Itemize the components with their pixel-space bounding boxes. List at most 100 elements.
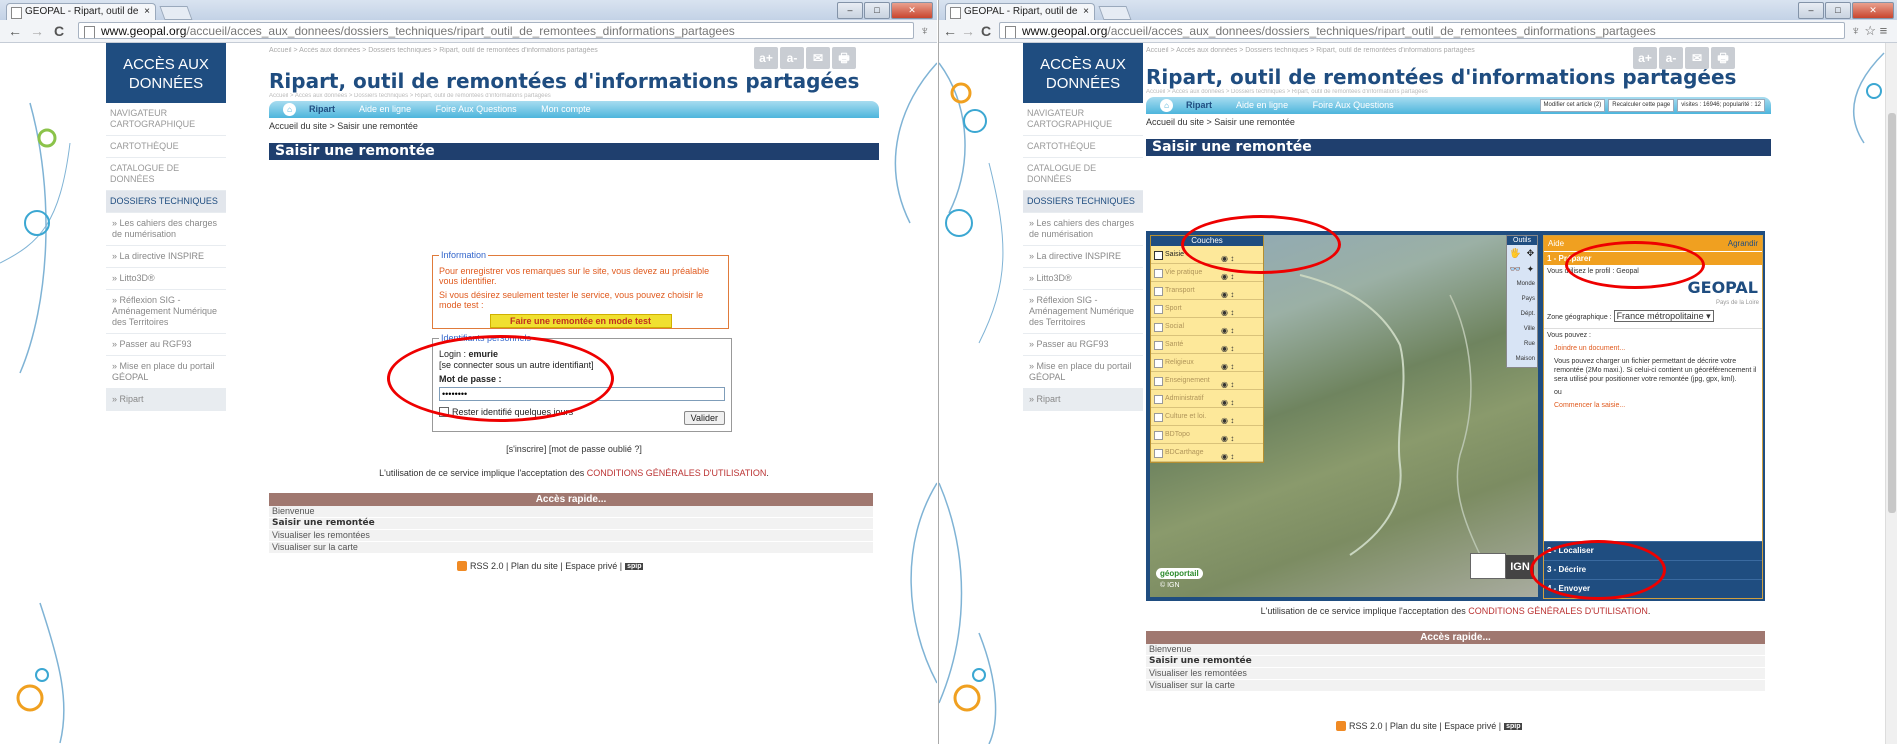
sidebar-item-dossiers[interactable]: DOSSIERS TECHNIQUES <box>1023 191 1143 213</box>
test-mode-button[interactable]: Faire une remontée en mode test <box>489 314 672 328</box>
maximize-button[interactable]: □ <box>864 2 890 19</box>
layer-row[interactable]: BDTopo ◉ ↕ <box>1151 426 1263 444</box>
layer-checkbox[interactable] <box>1154 341 1163 350</box>
layer-row[interactable]: Enseignement ◉ ↕ <box>1151 372 1263 390</box>
sidebar-item-rgf93[interactable]: » Passer au RGF93 <box>106 334 226 356</box>
forward-arrow-icon[interactable]: → <box>30 23 44 39</box>
layer-checkbox[interactable] <box>1154 323 1163 332</box>
print-icon[interactable]: 🖶 <box>832 47 856 69</box>
zoom-level-monde[interactable]: Monde <box>1507 277 1537 292</box>
layer-row[interactable]: Religieux ◉ ↕ <box>1151 354 1263 372</box>
start-input-link[interactable]: Commencer la saisie... <box>1544 399 1762 412</box>
zoom-level-dept[interactable]: Dépt. <box>1507 307 1537 322</box>
password-input[interactable] <box>439 387 725 401</box>
layer-row[interactable]: Administratif ◉ ↕ <box>1151 390 1263 408</box>
layer-checkbox[interactable] <box>1154 395 1163 404</box>
sidebar-item-rgf93[interactable]: » Passer au RGF93 <box>1023 334 1143 356</box>
home-icon[interactable]: ⌂ <box>1160 99 1173 112</box>
step-decrire[interactable]: 3 - Décrire <box>1544 560 1762 579</box>
menu-item-faq[interactable]: Foire Aux Questions <box>1313 100 1394 110</box>
layer-checkbox[interactable] <box>1154 287 1163 296</box>
remember-checkbox[interactable] <box>439 407 449 417</box>
quick-item-bienvenue[interactable]: Bienvenue <box>1146 644 1765 656</box>
site-breadcrumb[interactable]: Accueil du site > Saisir une remontée <box>1146 117 1771 127</box>
layer-checkbox[interactable] <box>1154 305 1163 314</box>
zoom-level-maison[interactable]: Maison <box>1507 352 1537 367</box>
quick-item-visualiser[interactable]: Visualiser les remontées <box>1146 668 1765 680</box>
sidebar-item-ripart[interactable]: » Ripart <box>1023 389 1143 411</box>
step-preparer[interactable]: 1 - Préparer <box>1544 251 1762 265</box>
toolbar-icons[interactable]: ♆ ☆ ≡ <box>1851 23 1887 39</box>
layer-row[interactable]: BDCarthage ◉ ↕ <box>1151 444 1263 462</box>
rss-icon[interactable] <box>1336 721 1346 731</box>
layer-row[interactable]: Transport ◉ ↕ <box>1151 282 1263 300</box>
step-envoyer[interactable]: 4 - Envoyer <box>1544 579 1762 598</box>
browser-tab[interactable]: GEOPAL - Ripart, outil de × <box>6 3 156 20</box>
zoom-level-rue[interactable]: Rue <box>1507 337 1537 352</box>
conditions-link[interactable]: CONDITIONS GÉNÉRALES D'UTILISATION <box>587 468 767 478</box>
quick-item-carte[interactable]: Visualiser sur la carte <box>269 542 873 554</box>
menu-item-ripart[interactable]: Ripart <box>309 104 335 114</box>
layer-row[interactable]: Vie pratique ◉ ↕ <box>1151 264 1263 282</box>
address-bar[interactable]: www.geopal.org/accueil/acces_aux_donnees… <box>999 22 1845 39</box>
edit-article-button[interactable]: Modifier cet article (2) <box>1539 99 1606 112</box>
sidebar-item-navigateur[interactable]: NAVIGATEUR CARTOGRAPHIQUE <box>106 103 226 136</box>
menu-item-aide[interactable]: Aide en ligne <box>359 104 411 114</box>
layer-checkbox[interactable] <box>1154 431 1163 440</box>
quick-item-visualiser[interactable]: Visualiser les remontées <box>269 530 873 542</box>
maximize-button[interactable]: □ <box>1825 2 1851 19</box>
move-icon[interactable]: ✥ <box>1527 245 1535 261</box>
layer-checkbox[interactable] <box>1154 269 1163 278</box>
back-arrow-icon[interactable]: ← <box>8 23 22 39</box>
font-increase-button[interactable]: a+ <box>1633 47 1657 69</box>
layer-checkbox[interactable] <box>1154 359 1163 368</box>
other-login-link[interactable]: [se connecter sous un autre identifiant] <box>439 360 725 371</box>
address-bar[interactable]: www.geopal.org/accueil/acces_aux_donnees… <box>78 22 914 39</box>
layer-row[interactable]: Sport ◉ ↕ <box>1151 300 1263 318</box>
zoom-level-ville[interactable]: Ville <box>1507 322 1537 337</box>
sidebar-header[interactable]: ACCÈS AUX DONNÉES <box>106 43 226 103</box>
recalculate-button[interactable]: Recalculer cette page <box>1608 99 1675 112</box>
reload-icon[interactable]: C <box>981 23 991 39</box>
layer-checkbox[interactable] <box>1154 377 1163 386</box>
menu-item-ripart[interactable]: Ripart <box>1186 100 1212 110</box>
tab-close-icon[interactable]: × <box>1083 4 1089 20</box>
star-tool-icon[interactable]: ✦ <box>1527 261 1535 277</box>
binoculars-icon[interactable]: 👓 <box>1510 261 1521 277</box>
quick-item-saisir[interactable]: Saisir une remontée <box>269 518 873 530</box>
zoom-level-pays[interactable]: Pays <box>1507 292 1537 307</box>
layer-row[interactable]: Culture et loi. ◉ ↕ <box>1151 408 1263 426</box>
zone-select[interactable]: France métropolitaine ▾ <box>1613 310 1714 322</box>
email-icon[interactable]: ✉ <box>806 47 830 69</box>
sidebar-item-catalogue[interactable]: CATALOGUE DE DONNÉES <box>1023 158 1143 191</box>
new-tab-button[interactable] <box>1098 6 1132 20</box>
menu-item-compte[interactable]: Mon compte <box>541 104 591 114</box>
back-arrow-icon[interactable]: ← <box>943 23 957 39</box>
conditions-link[interactable]: CONDITIONS GÉNÉRALES D'UTILISATION <box>1468 606 1648 616</box>
layer-checkbox[interactable] <box>1154 449 1163 458</box>
menu-item-aide[interactable]: Aide en ligne <box>1236 100 1288 110</box>
font-increase-button[interactable]: a+ <box>754 47 778 69</box>
attach-document-link[interactable]: Joindre un document... <box>1544 342 1762 355</box>
sidebar-item-litto3d[interactable]: » Litto3D® <box>106 268 226 290</box>
submit-button[interactable]: Valider <box>683 411 725 425</box>
site-breadcrumb[interactable]: Accueil du site > Saisir une remontée <box>269 121 879 131</box>
reload-icon[interactable]: C <box>54 23 64 39</box>
rss-icon[interactable] <box>457 561 467 571</box>
quick-item-carte[interactable]: Visualiser sur la carte <box>1146 680 1765 692</box>
step-localiser[interactable]: 2 - Localiser <box>1544 541 1762 560</box>
sidebar-item-cahiers[interactable]: » Les cahiers des charges de numérisatio… <box>106 213 226 246</box>
sidebar-item-reflexion[interactable]: » Réflexion SIG - Aménagement Numérique … <box>1023 290 1143 334</box>
layer-row[interactable]: Santé ◉ ↕ <box>1151 336 1263 354</box>
font-decrease-button[interactable]: a- <box>1659 47 1683 69</box>
quick-item-saisir[interactable]: Saisir une remontée <box>1146 656 1765 668</box>
email-icon[interactable]: ✉ <box>1685 47 1709 69</box>
quick-item-bienvenue[interactable]: Bienvenue <box>269 506 873 518</box>
sidebar-item-litto3d[interactable]: » Litto3D® <box>1023 268 1143 290</box>
account-links[interactable]: [s'inscrire] [mot de passe oublié ?] <box>269 444 879 454</box>
font-decrease-button[interactable]: a- <box>780 47 804 69</box>
sidebar-item-portail[interactable]: » Mise en place du portail GÉOPAL <box>1023 356 1143 389</box>
new-tab-button[interactable] <box>159 6 193 20</box>
menu-item-faq[interactable]: Foire Aux Questions <box>436 104 517 114</box>
spip-logo[interactable]: spip <box>625 562 644 570</box>
